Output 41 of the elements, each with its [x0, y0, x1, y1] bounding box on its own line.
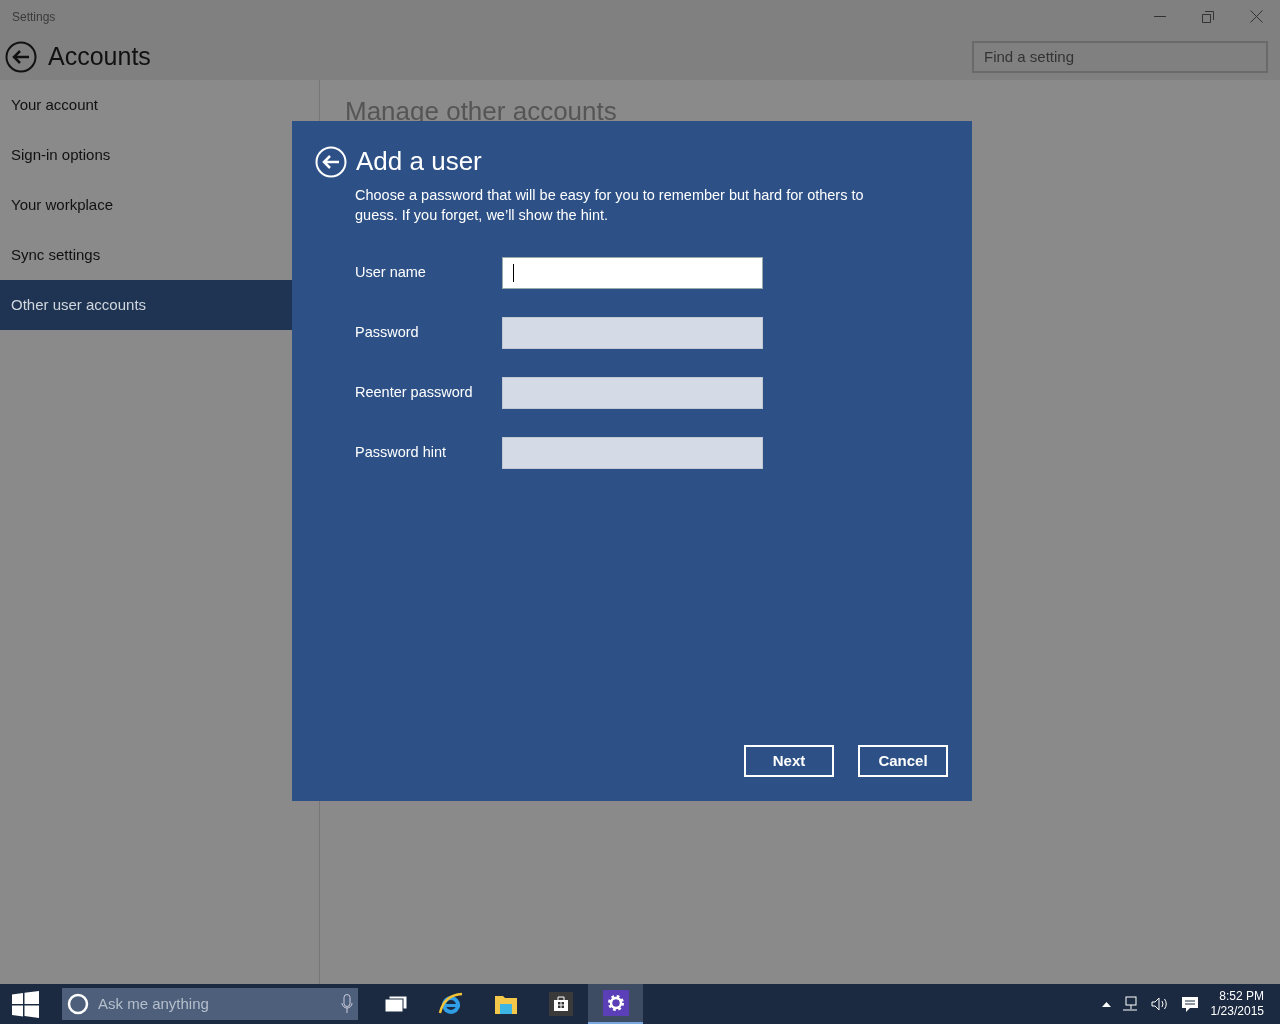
search-placeholder: Ask me anything	[98, 993, 210, 1014]
field-label: Reenter password	[355, 383, 474, 403]
close-icon	[1249, 10, 1263, 23]
restore-icon	[1202, 10, 1214, 23]
input-field[interactable]	[502, 437, 763, 469]
dialog-title: Add a user	[356, 145, 482, 178]
windows-stack-icon	[383, 995, 408, 1013]
settings-icon	[602, 990, 629, 1016]
page-title: Accounts	[48, 40, 151, 72]
e-logo-icon	[437, 991, 464, 1017]
field-label: User name	[355, 263, 427, 283]
shopping-bag-icon	[548, 992, 573, 1016]
dialog-button[interactable]: Next	[744, 745, 834, 777]
input-field[interactable]	[502, 317, 763, 349]
dialog-description: Choose a password that will be easy for you to remember but hard for others to guess. If you forget, we’ll show the hint.	[355, 186, 865, 225]
clock-time[interactable]: 8:52 PM	[1219, 989, 1264, 1004]
sidebar-item[interactable]: Your workplace	[0, 180, 319, 230]
caret-up-icon[interactable]	[1101, 1001, 1111, 1007]
sidebar-item[interactable]: Your account	[0, 80, 319, 130]
input-field[interactable]	[502, 257, 763, 289]
dialog-button[interactable]: Cancel	[858, 745, 948, 777]
taskbar-app-button[interactable]	[588, 984, 643, 1024]
taskbar-search-box[interactable]: Ask me anything	[62, 988, 358, 1020]
microphone-icon	[341, 994, 353, 1014]
message-icon[interactable]	[1180, 995, 1199, 1013]
field-label: Password	[355, 323, 420, 343]
window-title: Settings	[12, 8, 56, 26]
network-icon[interactable]	[1122, 996, 1139, 1012]
speaker-icon[interactable]	[1150, 996, 1169, 1012]
search-field[interactable]: Find a setting	[972, 40, 1268, 73]
clock-date[interactable]: 1/23/2015	[1210, 1004, 1264, 1019]
folder-icon	[493, 993, 518, 1015]
windows-icon	[11, 990, 39, 1018]
circle-icon	[67, 993, 89, 1015]
back-icon[interactable]	[5, 40, 37, 73]
text-cursor	[513, 264, 514, 282]
minimize-icon	[1154, 15, 1166, 18]
input-field[interactable]	[502, 377, 763, 409]
sidebar-item[interactable]: Sign-in options	[0, 130, 319, 180]
sidebar-item[interactable]: Sync settings	[0, 230, 319, 280]
field-label: Password hint	[355, 443, 448, 463]
